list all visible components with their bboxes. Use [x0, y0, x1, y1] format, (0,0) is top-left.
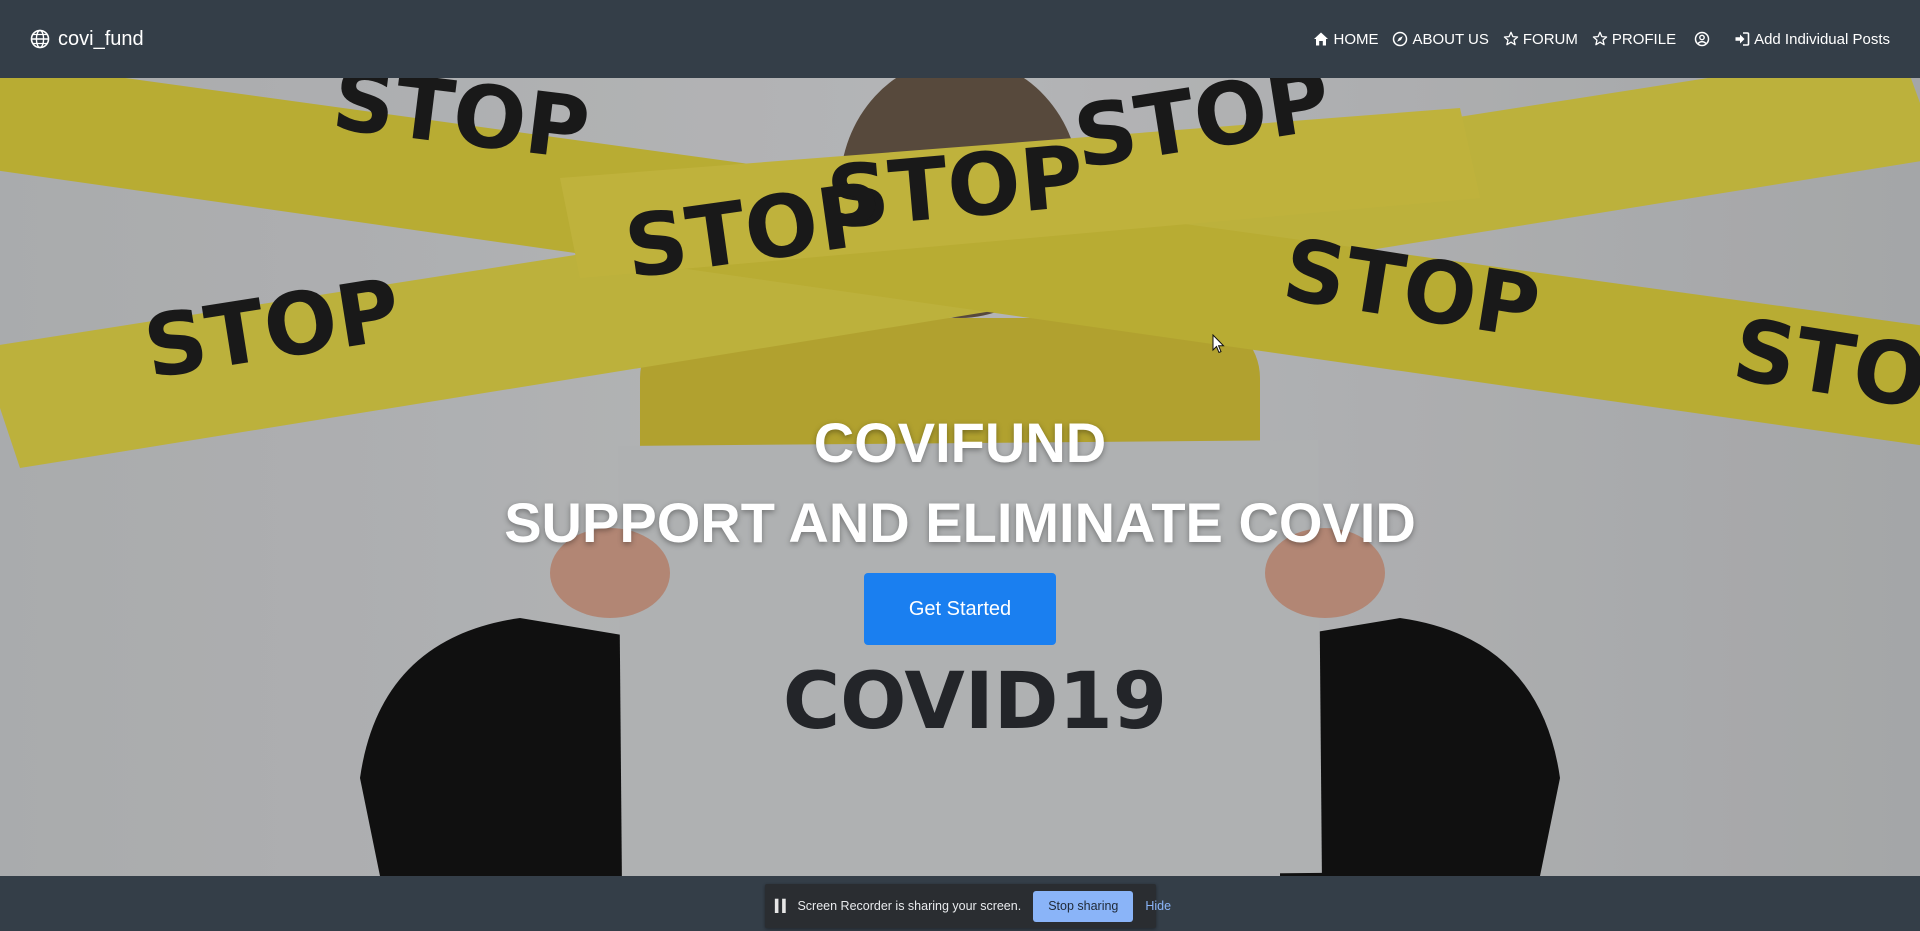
pause-icon: ▍▍ — [775, 899, 792, 913]
main-nav: HOME ABOUT US FORUM PROFILE Add Individu… — [1313, 31, 1890, 48]
stop-sharing-button[interactable]: Stop sharing — [1033, 890, 1134, 922]
nav-profile[interactable]: PROFILE — [1592, 31, 1676, 48]
nav-profile-label: PROFILE — [1611, 30, 1677, 48]
globe-icon — [30, 29, 50, 49]
hero-section: COVID19 STOP STOP STOP STOP STOP STOP ST… — [0, 78, 1920, 876]
hero-title-line1: COVIFUND — [813, 411, 1107, 474]
hero-title: COVIFUND SUPPORT AND ELIMINATE COVID — [504, 403, 1416, 563]
bottom-bar: ▍▍ Screen Recorder is sharing your scree… — [0, 876, 1920, 931]
nav-home[interactable]: HOME — [1313, 31, 1378, 48]
nav-add-posts-label: Add Individual Posts — [1754, 30, 1890, 48]
hero-content: COVIFUND SUPPORT AND ELIMINATE COVID Get… — [0, 403, 1920, 645]
top-navbar: covi_fund HOME ABOUT US FORUM PROFILE Ad… — [0, 0, 1920, 78]
nav-forum-label: FORUM — [1522, 30, 1578, 48]
mouse-cursor-icon — [1212, 334, 1225, 354]
screen-share-banner: ▍▍ Screen Recorder is sharing your scree… — [765, 884, 1171, 928]
home-icon — [1314, 32, 1329, 46]
get-started-button[interactable]: Get Started — [864, 573, 1056, 645]
user-circle-icon — [1694, 31, 1710, 47]
nav-home-label: HOME — [1333, 30, 1379, 48]
star-icon — [1592, 31, 1608, 46]
nav-add-individual-posts[interactable]: Add Individual Posts — [1734, 31, 1890, 48]
nav-about-us[interactable]: ABOUT US — [1392, 30, 1489, 48]
nav-about-us-label: ABOUT US — [1412, 30, 1489, 48]
sign-in-icon — [1735, 32, 1750, 46]
screen-share-message: Screen Recorder is sharing your screen. — [797, 899, 1022, 913]
compass-icon — [1393, 31, 1408, 47]
hide-banner-link[interactable]: Hide — [1145, 899, 1171, 913]
hero-title-line2: SUPPORT AND ELIMINATE COVID — [504, 491, 1416, 554]
brand-name: covi_fund — [58, 27, 144, 50]
nav-forum[interactable]: FORUM — [1503, 31, 1578, 48]
nav-account[interactable] — [1694, 31, 1710, 47]
star-icon — [1503, 31, 1519, 46]
brand-link[interactable]: covi_fund — [30, 28, 144, 51]
